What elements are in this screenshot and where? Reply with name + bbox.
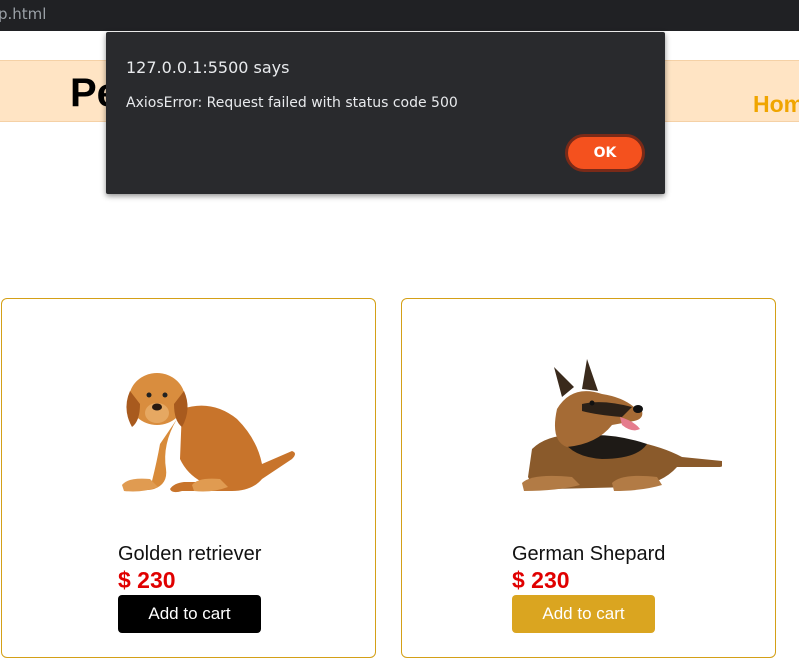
address-url-text: p.html <box>0 5 47 23</box>
product-price: $ 230 <box>512 567 570 593</box>
product-name: German Shepard <box>512 543 666 565</box>
german-shepherd-image <box>522 359 722 491</box>
product-card: German Shepard $ 230 Add to cart <box>401 298 776 658</box>
add-to-cart-button[interactable]: Add to cart <box>118 595 261 633</box>
nav-link-home[interactable]: Hom <box>753 91 799 118</box>
add-to-cart-button[interactable]: Add to cart <box>512 595 655 633</box>
browser-address-bar[interactable]: p.html <box>0 0 799 31</box>
product-card: Golden retriever $ 230 Add to cart <box>1 298 376 658</box>
ok-button-label: OK <box>593 145 617 161</box>
dialog-message: AxiosError: Request failed with status c… <box>126 95 458 111</box>
alert-dialog: 127.0.0.1:5500 says AxiosError: Request … <box>106 32 665 194</box>
golden-retriever-image <box>122 373 295 493</box>
dialog-title: 127.0.0.1:5500 says <box>126 58 290 77</box>
product-name: Golden retriever <box>118 543 262 565</box>
product-price: $ 230 <box>118 567 176 593</box>
ok-button[interactable]: OK <box>565 134 645 172</box>
